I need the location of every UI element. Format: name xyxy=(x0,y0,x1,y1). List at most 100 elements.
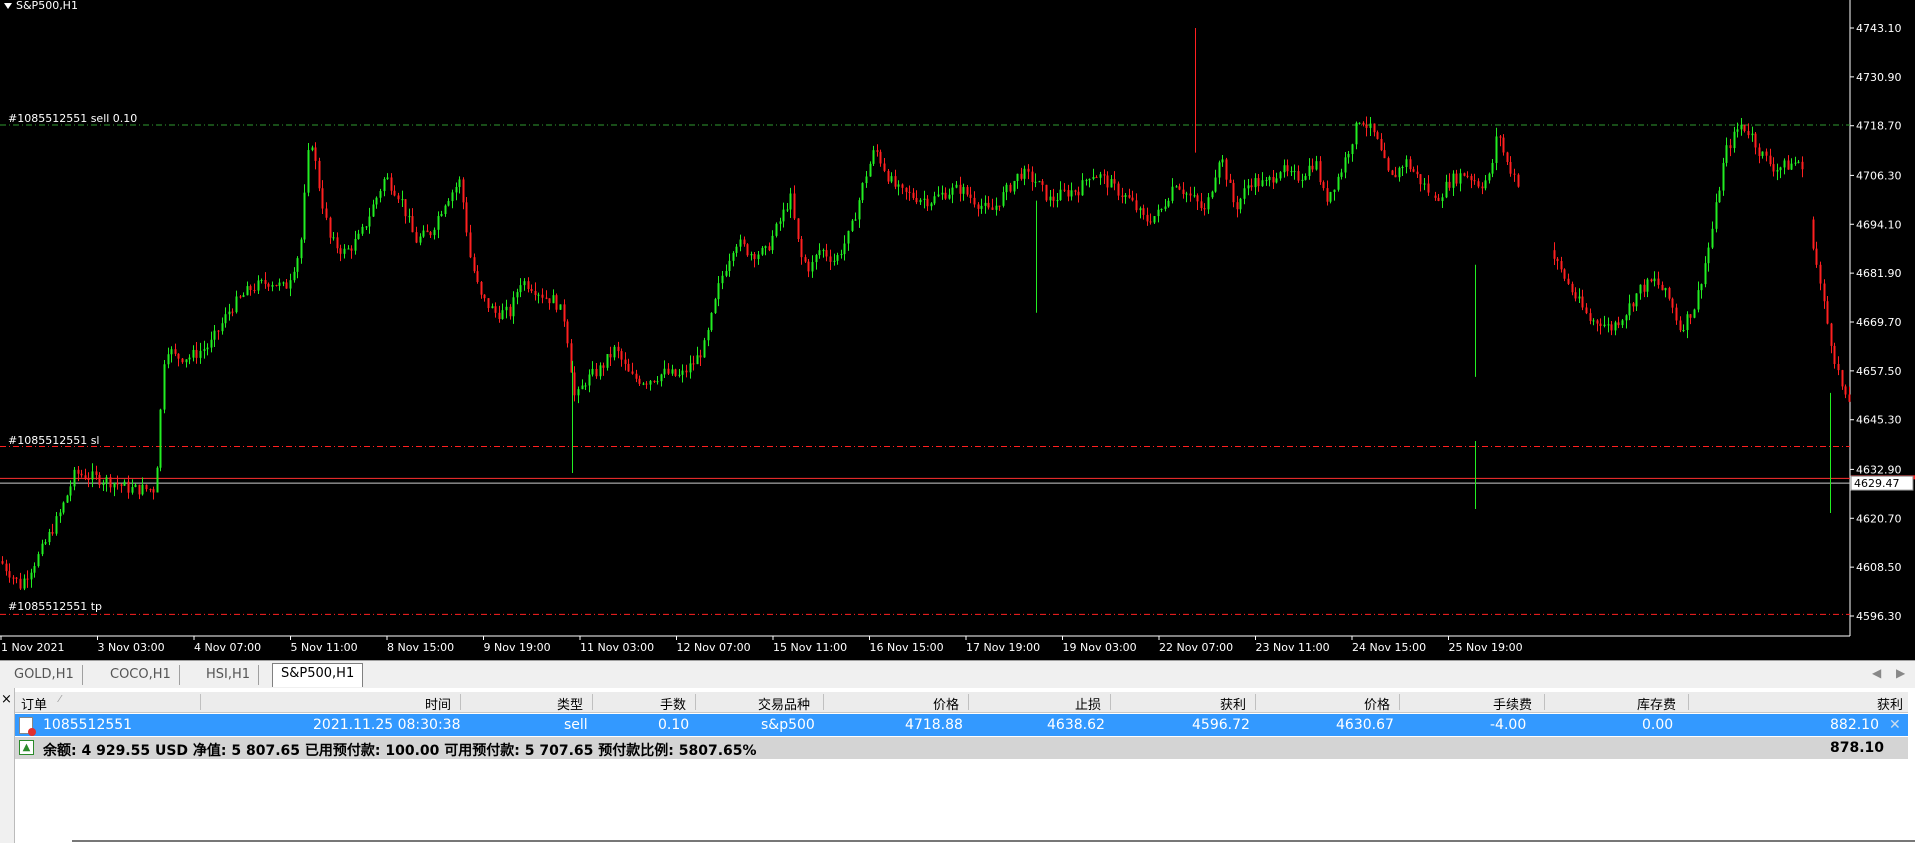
candle-body xyxy=(1794,162,1797,164)
candle-body xyxy=(1772,164,1775,172)
candle-body xyxy=(1664,288,1667,291)
close-order-icon[interactable]: ✕ xyxy=(1889,717,1901,733)
candle-body xyxy=(1185,193,1188,195)
candle-body xyxy=(1311,165,1314,170)
col-profit[interactable]: 获利 xyxy=(1877,694,1903,713)
candle-body xyxy=(48,531,51,543)
tab-coco[interactable]: COCO,H1 xyxy=(102,665,180,685)
candle-body xyxy=(5,563,8,572)
candle-body xyxy=(1495,136,1498,163)
candle-body xyxy=(1826,301,1829,324)
candle-body xyxy=(703,340,706,358)
candle-body xyxy=(887,170,890,182)
candle-body xyxy=(1167,200,1170,207)
candle-body xyxy=(908,191,911,193)
candle-body xyxy=(1646,279,1649,292)
candle-body xyxy=(501,310,504,319)
tab-gold[interactable]: GOLD,H1 xyxy=(6,665,83,685)
candle-body xyxy=(606,354,609,368)
candle-body xyxy=(865,176,868,184)
candle-body xyxy=(1448,181,1451,188)
candle-body xyxy=(617,346,620,352)
candle-body xyxy=(674,369,677,376)
tab-scroll-left-icon[interactable]: ◀ xyxy=(1872,666,1881,680)
price-tick-label: 4596.30 xyxy=(1856,610,1902,623)
candle-body xyxy=(1099,174,1102,178)
time-tick-label: 9 Nov 19:00 xyxy=(484,641,551,654)
candle-body xyxy=(69,486,72,496)
price-tick-label: 4645.30 xyxy=(1856,414,1902,427)
candle-body xyxy=(127,481,130,493)
col-order[interactable]: 订单 xyxy=(21,694,47,713)
candle-body xyxy=(411,216,414,233)
close-icon[interactable]: × xyxy=(1,692,12,707)
candle-body xyxy=(354,238,357,251)
tp-line-label: #1085512551 tp xyxy=(8,600,102,613)
candle-body xyxy=(1563,269,1566,279)
candle-body xyxy=(1369,123,1372,128)
candle-body xyxy=(1067,190,1070,197)
col-swap[interactable]: 库存费 xyxy=(1637,694,1676,713)
col-symbol[interactable]: 交易品种 xyxy=(758,694,810,713)
order-row[interactable]: 1085512551 2021.11.25 08:30:38 sell 0.10… xyxy=(15,714,1908,736)
time-tick-label: 15 Nov 11:00 xyxy=(773,641,847,654)
col-type[interactable]: 类型 xyxy=(557,694,583,713)
candle-body xyxy=(321,188,324,209)
candle-body xyxy=(350,248,353,251)
order-lots: 0.10 xyxy=(658,717,690,733)
candle-body xyxy=(1715,202,1718,229)
candle-body xyxy=(1754,133,1757,148)
candle-body xyxy=(1599,323,1602,327)
candle-body xyxy=(1693,309,1696,318)
candlestick-chart[interactable]: 4743.10 4730.90 4718.70 4706.30 4694.10 4681.… xyxy=(0,0,1915,660)
candle-body xyxy=(451,192,454,202)
col-tp[interactable]: 获利 xyxy=(1220,694,1246,713)
candle-body xyxy=(419,236,422,243)
candle-body xyxy=(1275,178,1278,183)
candle-body xyxy=(1124,195,1127,197)
col-open-price[interactable]: 价格 xyxy=(933,694,959,713)
candle-body xyxy=(1607,324,1610,326)
candle-body xyxy=(437,216,440,230)
candle-body xyxy=(1211,191,1214,198)
candle-body xyxy=(1733,131,1736,149)
tab-sp500[interactable]: S&P500,H1 xyxy=(272,663,364,687)
candle-body xyxy=(545,297,548,299)
candle-body xyxy=(1509,161,1512,174)
candle-body xyxy=(1452,173,1455,188)
candle-body xyxy=(87,478,90,480)
candle-body xyxy=(66,495,69,503)
price-chart[interactable]: 4743.10 4730.90 4718.70 4706.30 4694.10 4681.… xyxy=(0,0,1915,660)
candle-body xyxy=(1632,303,1635,307)
candle-body xyxy=(1614,322,1617,331)
candle-body xyxy=(260,280,263,282)
price-tick-label: 4718.70 xyxy=(1856,120,1902,133)
candle-body xyxy=(1092,177,1095,179)
col-price[interactable]: 价格 xyxy=(1364,694,1390,713)
candle-body xyxy=(440,214,443,217)
candle-body xyxy=(1085,180,1088,182)
col-sl[interactable]: 止损 xyxy=(1075,694,1101,713)
candle-body xyxy=(1304,176,1307,180)
candle-body xyxy=(1355,122,1358,145)
col-commission[interactable]: 手续费 xyxy=(1493,694,1532,713)
candle-body xyxy=(505,306,508,311)
col-time[interactable]: 时间 xyxy=(425,694,451,713)
candle-body xyxy=(404,199,407,217)
tab-hsi[interactable]: HSI,H1 xyxy=(198,665,260,685)
order-id: 1085512551 xyxy=(43,717,133,733)
candle-body xyxy=(1437,197,1440,202)
candle-body xyxy=(1139,208,1142,211)
candle-body xyxy=(609,354,612,358)
candle-body xyxy=(498,312,501,319)
candle-body xyxy=(1268,176,1271,181)
status-divider xyxy=(72,840,1915,842)
candle-body xyxy=(123,481,126,486)
candle-body xyxy=(836,255,839,261)
tab-scroll-right-icon[interactable]: ▶ xyxy=(1896,666,1905,680)
candle-body xyxy=(1830,323,1833,346)
col-lots[interactable]: 手数 xyxy=(660,694,686,713)
candle-body xyxy=(408,216,411,218)
dropdown-triangle-icon[interactable] xyxy=(4,3,12,9)
total-profit: 878.10 xyxy=(1830,740,1885,756)
